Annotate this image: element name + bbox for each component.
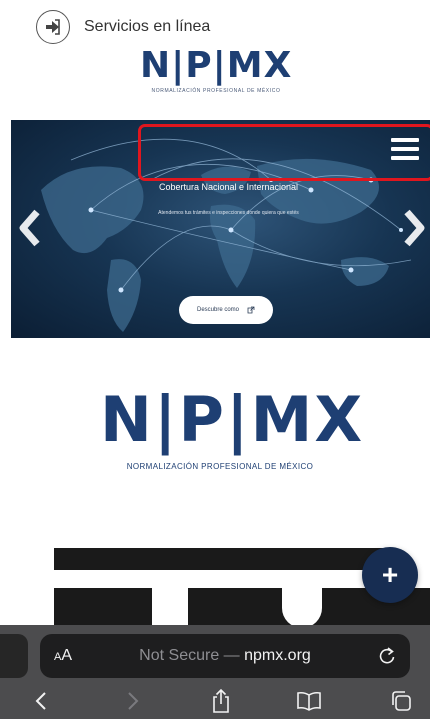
forward-icon	[128, 692, 139, 710]
services-online-label: Servicios en línea	[84, 18, 211, 35]
discover-how-label: Descubre como	[196, 307, 240, 313]
external-link-icon	[247, 306, 255, 314]
share-icon	[213, 688, 229, 713]
tabs-icon	[392, 691, 411, 711]
header-logo[interactable]: N|P|MX NORMALIZACIÓN PROFESIONAL DE MÉXI…	[140, 45, 293, 95]
main-logo: N|P|MX NORMALIZACIÓN PROFESIONAL DE MÉXI…	[100, 383, 365, 472]
plus-icon: +	[381, 559, 399, 590]
header-logo-subtitle: NORMALIZACIÓN PROFESIONAL DE MÉXICO	[151, 88, 281, 94]
url-display[interactable]: Not Secure — npmx.org	[40, 647, 410, 665]
back-button[interactable]	[26, 686, 56, 716]
login-arrow-icon	[36, 10, 70, 44]
nom-graphic-bar	[54, 548, 384, 570]
share-button[interactable]	[206, 686, 236, 716]
header-logo-mark: N|P|MX	[140, 45, 293, 86]
reload-icon[interactable]	[376, 645, 398, 667]
back-icon	[35, 692, 46, 710]
tabs-button[interactable]	[386, 686, 416, 716]
url-domain: npmx.org	[244, 647, 311, 664]
forward-button[interactable]	[118, 686, 148, 716]
hero-title: Cobertura Nacional e Internacional	[158, 182, 299, 192]
hero-subtitle: Atendemos tus trámites e inspecciones do…	[158, 210, 299, 216]
main-logo-mark: N|P|MX	[100, 383, 365, 456]
url-security-prefix: Not Secure —	[139, 647, 245, 664]
services-online-link[interactable]: Servicios en línea	[36, 10, 210, 44]
discover-how-button[interactable]: Descubre como	[179, 296, 273, 324]
previous-tab-url-bar[interactable]	[0, 634, 28, 678]
main-logo-subtitle: NORMALIZACIÓN PROFESIONAL DE MÉXICO	[126, 462, 314, 471]
menu-highlight-annotation	[138, 124, 430, 181]
floating-plus-button[interactable]: +	[362, 547, 418, 603]
address-bar[interactable]: AA Not Secure — npmx.org	[40, 634, 410, 678]
bookmarks-icon	[297, 691, 321, 711]
bookmarks-button[interactable]	[294, 686, 324, 716]
